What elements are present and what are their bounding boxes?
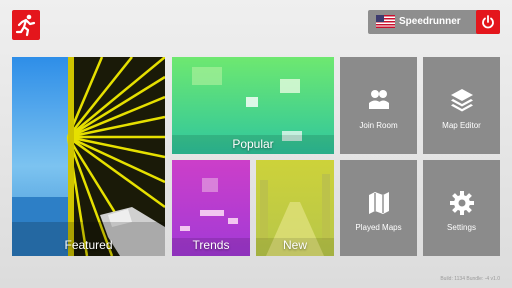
popular-label: Popular [232,137,274,151]
new-label: New [282,238,307,252]
settings-button[interactable]: Settings [423,160,500,256]
new-tile[interactable]: New [256,160,334,256]
power-icon [482,15,494,29]
trends-tile[interactable]: Trends [172,160,250,256]
settings-label: Settings [447,223,476,232]
users-icon [366,87,392,113]
played-maps-label: Played Maps [355,223,402,232]
map-editor-button[interactable]: Map Editor [423,57,500,154]
power-button[interactable] [476,10,500,34]
gear-icon [449,190,475,216]
us-flag-icon [376,15,395,28]
trends-label: Trends [192,238,230,252]
featured-label: Featured [64,238,113,252]
featured-preview-image [12,57,165,256]
played-maps-button[interactable]: Played Maps [340,160,417,256]
username-label: Speedrunner [399,16,461,27]
app-logo [12,10,40,40]
popular-tile[interactable]: Popular [172,57,334,154]
layers-icon [449,87,475,113]
map-editor-label: Map Editor [442,121,481,130]
map-icon [366,190,392,216]
featured-tile[interactable]: Featured [12,57,165,256]
build-info: Build: 1134 Bundle: -4 v1.0 [440,276,500,282]
join-room-label: Join Room [359,121,398,130]
join-room-button[interactable]: Join Room [340,57,417,154]
running-man-icon [15,14,36,37]
